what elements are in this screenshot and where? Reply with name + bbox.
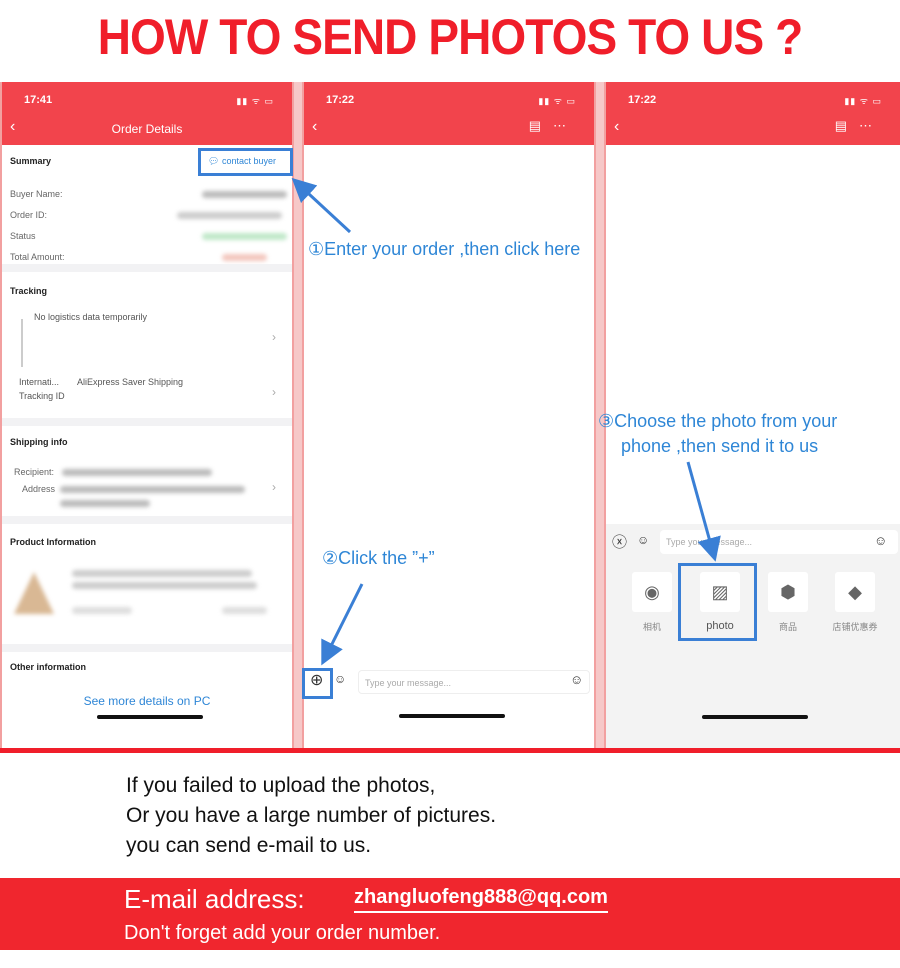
arrow-step3 xyxy=(686,461,721,562)
info-line1: If you failed to upload the photos, xyxy=(126,774,436,797)
email-address[interactable]: zhangluofeng888@qq.com xyxy=(354,886,608,913)
info-line2: Or you have a large number of pictures. xyxy=(126,804,497,827)
arrow-step2 xyxy=(321,583,364,666)
arrow-step1 xyxy=(291,177,352,234)
info-line3: you can send e-mail to us. xyxy=(126,834,372,857)
email-banner: E-mail address: zhangluofeng888@qq.com D… xyxy=(0,878,900,950)
divider-line xyxy=(0,748,900,753)
reminder-text: Don't forget add your order number. xyxy=(124,922,441,944)
email-label: E-mail address: xyxy=(124,884,305,914)
